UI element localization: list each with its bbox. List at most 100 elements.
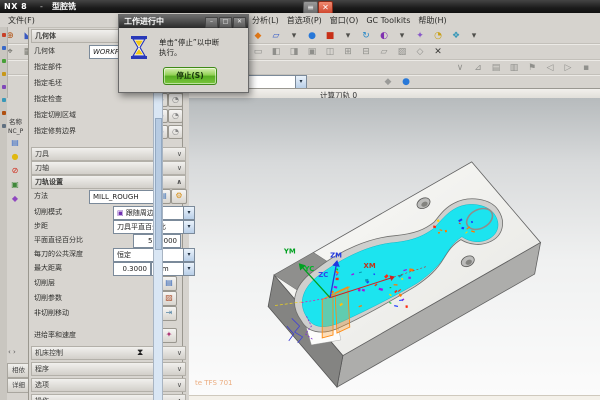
display-geometry-icon[interactable]: ◔ [168,93,183,107]
dropdown-arrow-icon[interactable]: ▾ [286,28,302,44]
chevron-down-icon[interactable]: ▾ [183,263,194,275]
hatch-icon[interactable]: ▨ [394,44,410,60]
resource-dot[interactable] [2,85,6,89]
menu-analysis[interactable]: 分析(L) [248,13,283,26]
chevron-icon: ∨ [177,347,182,359]
scrollbar-thumb[interactable] [155,118,162,250]
non-cutting-label: 非切削移动 [34,307,69,319]
select-filter-icon[interactable]: ▭ [250,44,266,60]
pocket-tool-icon[interactable]: ■ [322,28,338,44]
navigator-root-item[interactable]: NC_P [8,128,23,135]
chevron-icon: ∨ [177,363,182,375]
details-tab[interactable]: 详细 [7,378,29,393]
display-geometry-icon[interactable]: ◔ [168,109,183,123]
dropdown-arrow-icon[interactable]: ▾ [394,28,410,44]
navigator-scroll-arrows[interactable]: ‹ › [8,348,16,356]
resource-dot[interactable] [2,46,6,50]
column-view-icon[interactable]: ▥ [506,60,522,76]
dropdown-arrow-icon[interactable]: ▾ [340,28,356,44]
menu-help[interactable]: 帮助(H) [414,13,450,26]
feeds-speeds-icon[interactable]: ✦ [161,328,177,343]
delete-icon[interactable]: ✕ [430,44,446,60]
menu-preferences[interactable]: 首选项(P) [283,13,326,26]
method-label: 方法 [34,190,48,202]
chevron-icon: ∨ [177,379,182,391]
angle-icon[interactable]: ⊿ [470,60,486,76]
program-group-icon[interactable]: ▤ [10,138,20,148]
chevron-down-icon[interactable]: ▾ [183,249,194,261]
split-box-icon[interactable]: ◫ [322,44,338,60]
add-grid-icon[interactable]: ⊞ [340,44,356,60]
resource-dot[interactable] [2,72,6,76]
resource-dot[interactable] [2,124,6,128]
prev-icon[interactable]: ◁ [542,60,558,76]
scroll-right-icon[interactable]: › [13,348,16,356]
display-geometry-icon[interactable]: ◔ [168,125,183,139]
half-shade2-icon[interactable]: ◨ [286,44,302,60]
section-analysis-icon[interactable]: ◔ [430,28,446,44]
diamond-outline-icon[interactable]: ◇ [412,44,428,60]
stop-mark-icon[interactable]: ▪ [578,60,594,76]
feeds-label: 进给率和速度 [34,329,76,341]
verify-icon[interactable]: ∨ [452,60,468,76]
chevron-down-icon[interactable]: ▾ [295,76,306,88]
next-icon[interactable]: ▷ [560,60,576,76]
toolbar-row-3: ∨⊿▤▥⚑◁▷▪ [452,60,594,76]
parallelogram-icon[interactable]: ▱ [376,44,392,60]
menu-gc-toolkits[interactable]: GC Toolkits [362,14,414,25]
operation-navigator: 名称 NC_P ▤●⊘▣◆ ‹ › 相依 详细 [7,98,29,400]
orbit-view-icon[interactable]: ↻ [358,28,374,44]
resource-dot[interactable] [2,59,6,63]
restore-icon[interactable]: □ [219,17,232,28]
minimize-icon[interactable]: – [205,17,218,28]
chevron-down-icon: ∨ [177,162,182,174]
datum-plane-icon[interactable]: ▱ [268,28,284,44]
create-geometry-icon[interactable]: ◆ [250,28,266,44]
cut-params-label: 切削参数 [34,292,62,304]
stop-button[interactable]: 停止(S) [163,67,217,85]
dropdown-arrow-icon[interactable]: ▾ [466,28,482,44]
remove-grid-icon[interactable]: ⊟ [358,44,374,60]
half-shade-icon[interactable]: ◧ [268,44,284,60]
dependencies-tab[interactable]: 相依 [7,363,29,378]
depth-label: 每刀的公共深度 [34,248,83,260]
ym-axis-label: YM [283,247,296,255]
chevron-icon: ∧ [177,395,182,400]
zm-axis-label: ZM [330,251,342,259]
geometry-combo-label: 几何体 [34,45,55,57]
chevron-down-icon[interactable]: ▾ [183,221,194,233]
list-view-icon[interactable]: ▤ [488,60,504,76]
shaded-view-icon[interactable]: ◐ [376,28,392,44]
menu-window[interactable]: 窗口(O) [326,13,363,26]
resource-dot[interactable] [2,33,6,37]
window-title: 型腔铣 [52,0,76,13]
key-icon[interactable]: ● [10,152,20,162]
bottom-strip [189,395,600,400]
flag-icon[interactable]: ⚑ [524,60,540,76]
display-mode-icon[interactable]: ❖ [448,28,464,44]
menu-file[interactable]: 文件(F) [4,13,39,26]
non-cutting-moves-icon[interactable]: ⇥ [161,306,177,321]
operation-icon[interactable]: ▣ [10,180,20,190]
resource-dot[interactable] [2,98,6,102]
progress-message-line2: 执行。 [159,47,182,58]
title-bar: NX 8 - 型腔铣 ≡ ✕ [0,0,600,13]
graphics-viewport[interactable]: YM YC ZM ZC XM te TFS 701 [189,98,600,395]
cut-params-icon[interactable]: ▨ [161,291,177,306]
watermark-text: te TFS 701 [195,379,233,387]
hourglass-icon [130,36,148,59]
close-icon[interactable]: ✕ [233,17,246,28]
measure-icon[interactable]: ✦ [412,28,428,44]
solid-box-icon[interactable]: ▣ [304,44,320,60]
chevron-down-icon[interactable]: ▾ [183,207,194,219]
method-wrench-icon[interactable]: ⚙ [171,189,187,204]
resource-dot[interactable] [2,111,6,115]
suppressed-icon[interactable]: ⊘ [10,166,20,176]
stepover-label: 步距 [34,220,48,232]
cut-levels-icon[interactable]: ▤ [161,276,177,291]
max-distance-field[interactable]: 0.3000 [113,262,151,276]
nx-application-window: NX 8 - 型腔铣 ≡ ✕ 文件(F) 分析(L)首选项(P)窗口(O)GC … [0,0,600,400]
tool-icon[interactable]: ◆ [10,194,20,204]
sphere-tool-icon[interactable]: ● [304,28,320,44]
scroll-left-icon[interactable]: ‹ [8,348,11,356]
